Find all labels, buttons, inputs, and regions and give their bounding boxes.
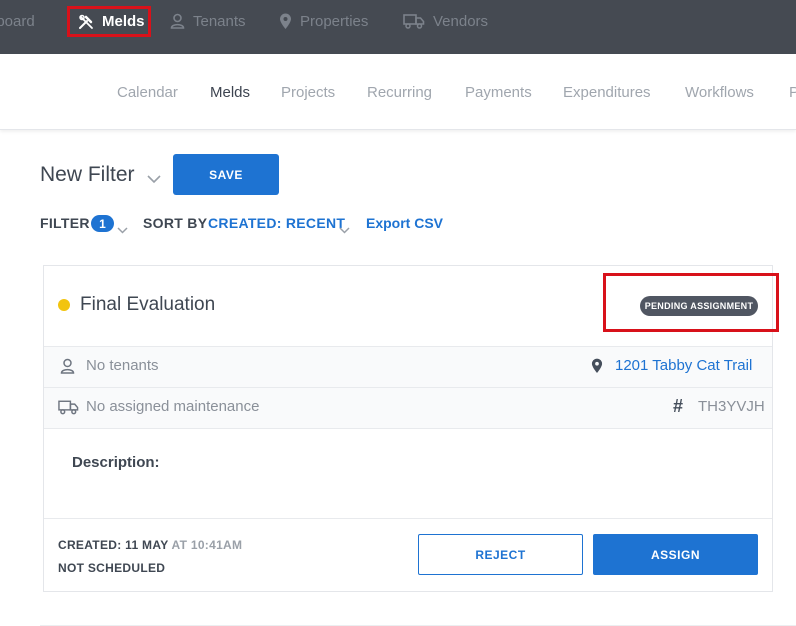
nav-item-tenants[interactable]: Tenants [170, 0, 246, 42]
filter-title[interactable]: New Filter [40, 163, 135, 187]
export-csv-link[interactable]: Export CSV [366, 213, 443, 233]
chevron-down-icon[interactable] [339, 221, 350, 239]
nav-item-properties[interactable]: Properties [279, 0, 368, 42]
tab-recurring[interactable]: Recurring [367, 84, 432, 101]
filter-count-badge[interactable]: 1 [91, 215, 114, 232]
save-button[interactable]: SAVE [173, 154, 279, 195]
person-icon [170, 13, 185, 29]
nav-item-dashboard[interactable]: nboard [0, 0, 35, 42]
meld-title[interactable]: Final Evaluation [80, 294, 215, 316]
created-date: CREATED: 11 MAY AT 10:41AM [58, 538, 242, 552]
tab-calendar[interactable]: Calendar [117, 84, 178, 101]
chevron-down-icon[interactable] [147, 171, 161, 189]
nav-item-label: Properties [300, 12, 369, 30]
created-date-text: CREATED: 11 MAY [58, 538, 169, 552]
assign-button[interactable]: ASSIGN [593, 534, 758, 575]
tab-workflows[interactable]: Workflows [685, 84, 754, 101]
truck-icon [58, 399, 79, 420]
divider [44, 428, 772, 429]
tab-truncated[interactable]: P [789, 84, 796, 101]
nav-item-label: nboard [0, 12, 35, 30]
hash-icon: # [673, 396, 684, 416]
maintenance-text: No assigned maintenance [86, 398, 260, 415]
nav-item-label: Tenants [193, 12, 246, 30]
tab-payments[interactable]: Payments [465, 84, 532, 101]
filter-label[interactable]: FILTER [40, 213, 90, 233]
chevron-down-icon[interactable] [117, 221, 128, 239]
description-label: Description: [72, 454, 160, 471]
tab-expenditures[interactable]: Expenditures [563, 84, 651, 101]
location-pin-icon [279, 13, 292, 30]
tab-melds[interactable]: Melds [210, 84, 250, 101]
meld-id: TH3YVJH [698, 398, 765, 415]
property-address-link[interactable]: 1201 Tabby Cat Trail [615, 357, 752, 374]
nav-item-label: Melds [102, 13, 145, 30]
status-badge: PENDING ASSIGNMENT [640, 296, 758, 316]
divider [44, 346, 772, 347]
person-icon [60, 358, 75, 379]
nav-item-vendors[interactable]: Vendors [403, 0, 488, 42]
location-pin-icon [591, 358, 603, 379]
truck-icon [403, 13, 425, 29]
status-dot [58, 299, 70, 311]
sort-by-dropdown[interactable]: CREATED: RECENT [208, 213, 345, 233]
top-nav: nboard Melds Tenants Pr [0, 0, 796, 54]
tools-icon [78, 14, 94, 30]
sort-by-label: SORT BY [143, 215, 208, 231]
divider [44, 518, 772, 519]
schedule-status: NOT SCHEDULED [58, 561, 166, 575]
nav-item-label: Vendors [433, 12, 489, 30]
tab-projects[interactable]: Projects [281, 84, 335, 101]
sub-nav: Calendar Melds Projects Recurring Paymen… [0, 54, 796, 130]
reject-button[interactable]: REJECT [418, 534, 583, 575]
created-time-text: AT 10:41AM [171, 538, 243, 552]
tenants-text: No tenants [86, 357, 159, 374]
nav-item-melds[interactable]: Melds [67, 6, 151, 37]
divider [44, 387, 772, 388]
